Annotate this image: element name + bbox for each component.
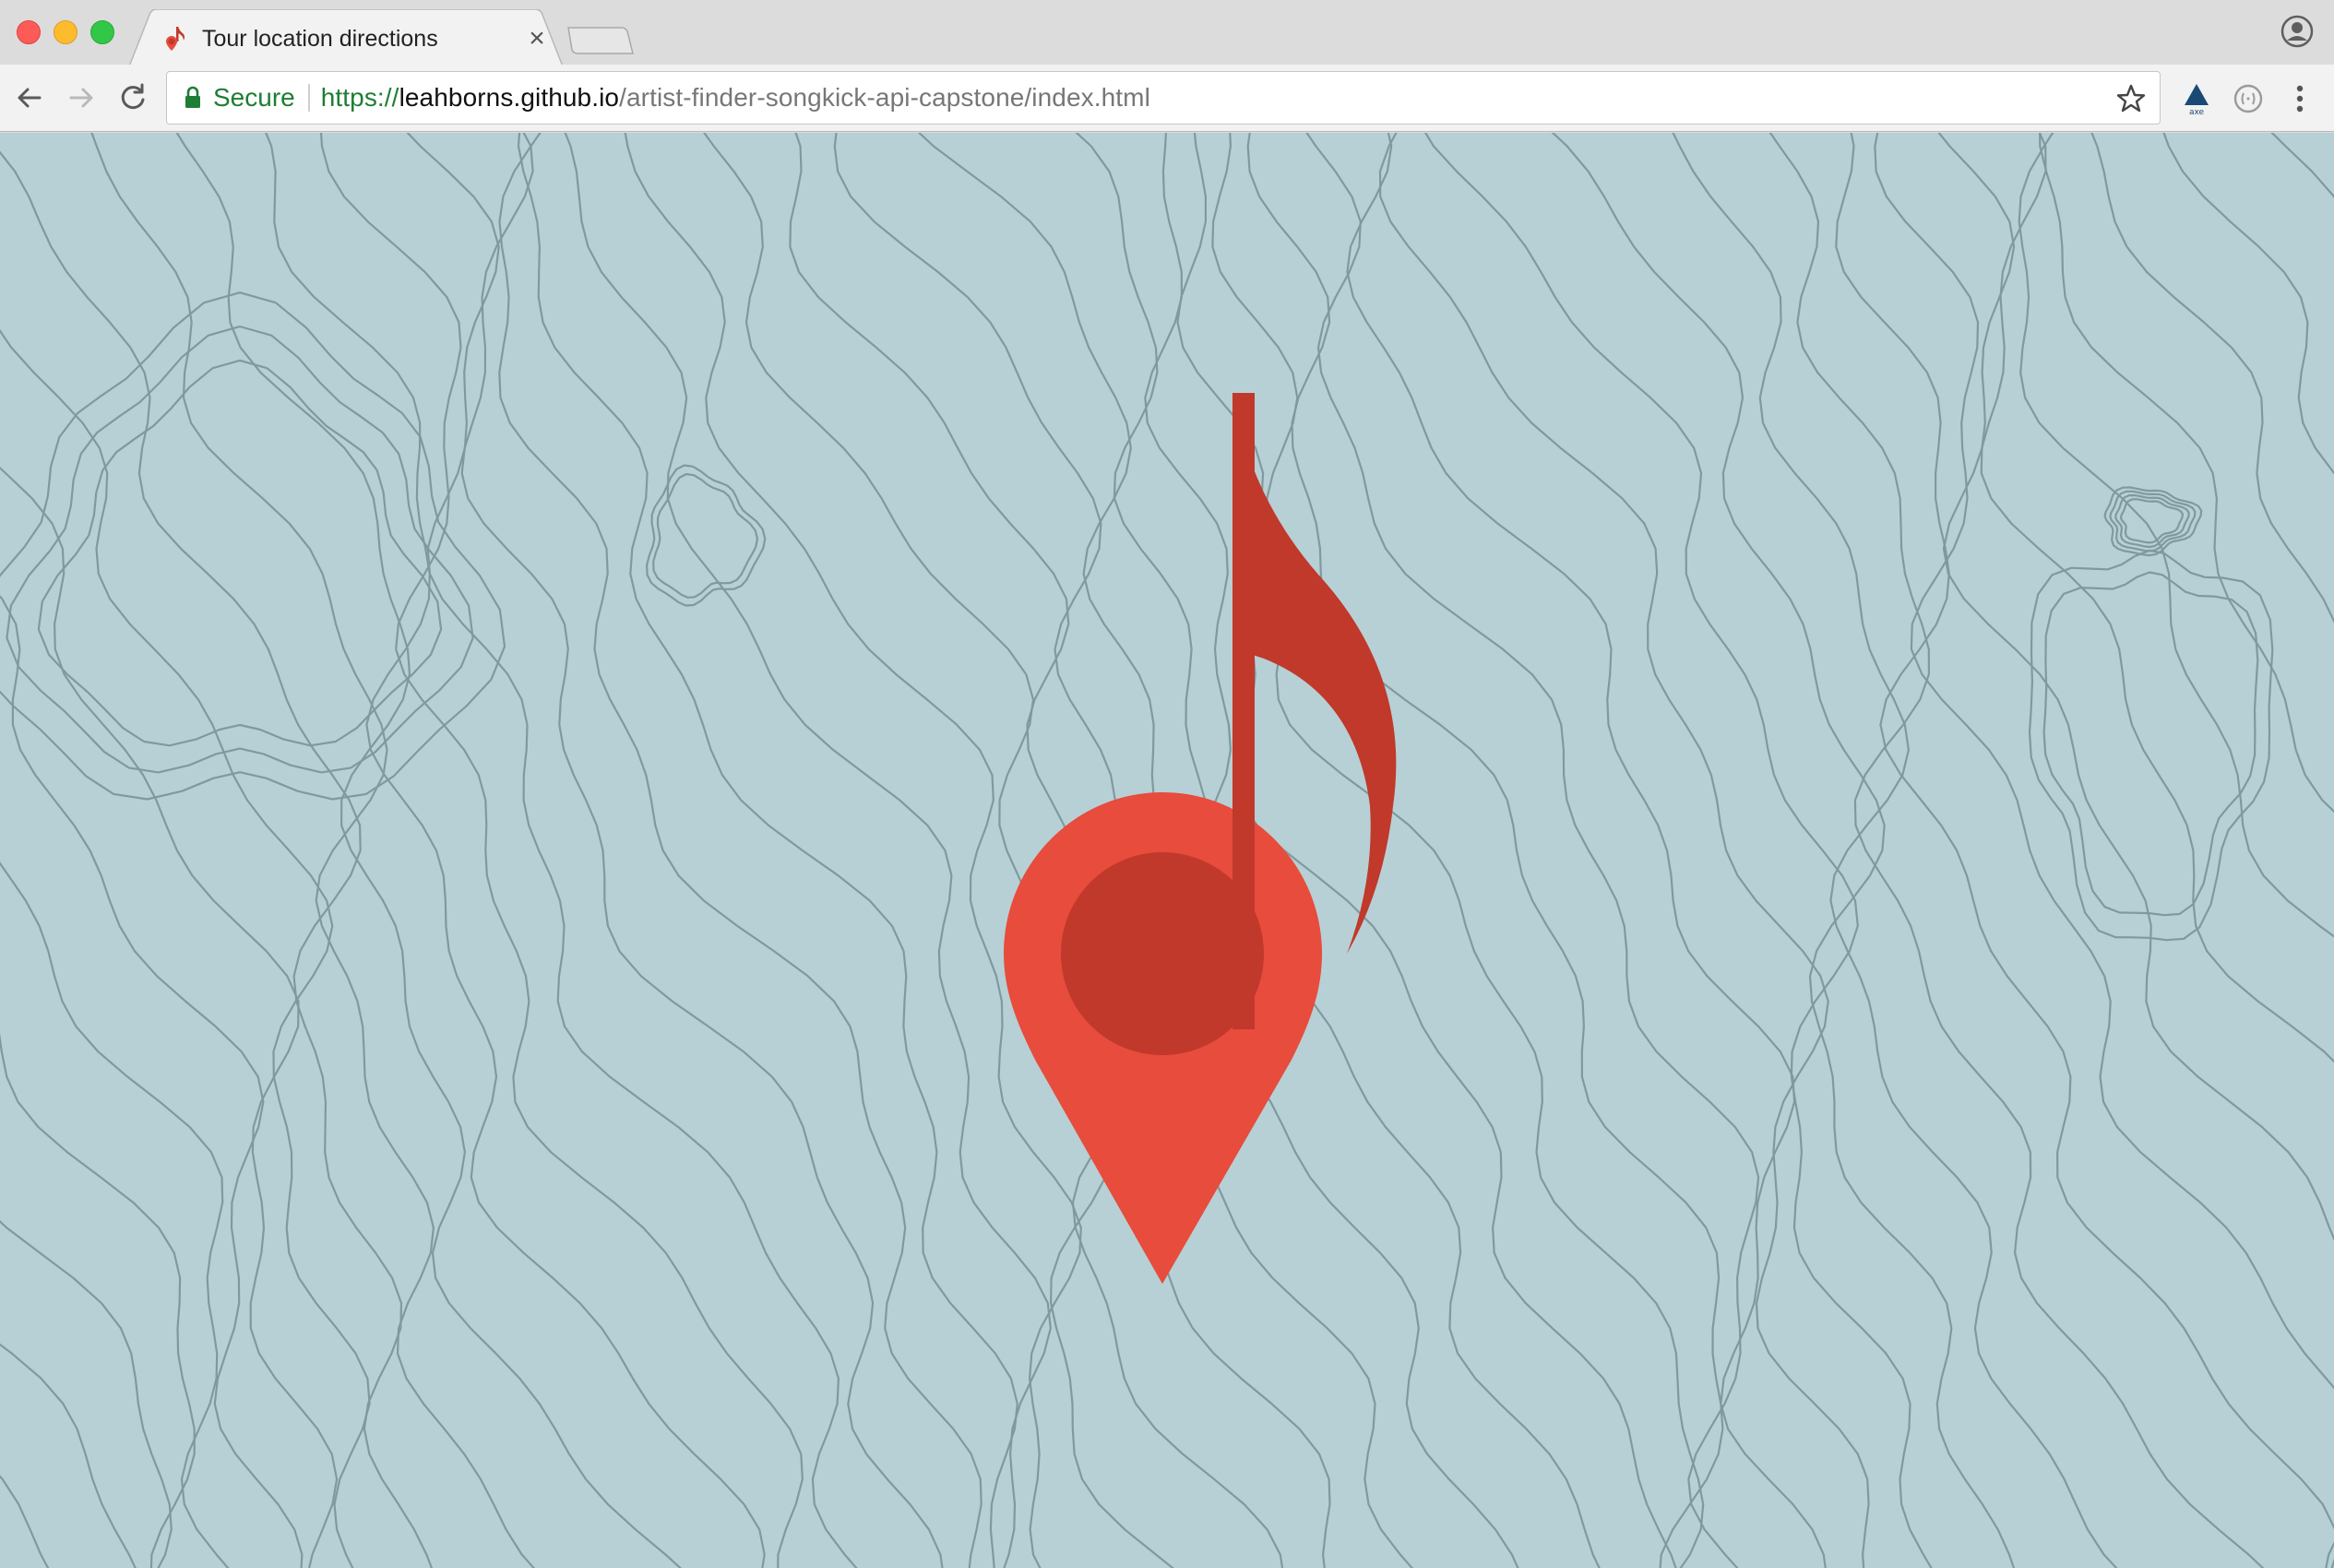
contour-line	[517, 133, 1018, 1568]
contour-line	[1835, 133, 2334, 1568]
omnibox-divider	[307, 84, 310, 112]
url-path: /artist-finder-songkick-api-capstone/ind…	[619, 83, 1150, 112]
secure-label: Secure	[213, 83, 295, 112]
contour-line	[2270, 133, 2334, 199]
contour-line	[0, 328, 371, 1568]
minimize-window-button[interactable]	[54, 20, 77, 44]
url-text[interactable]: https://leahborns.github.io/artist-finde…	[321, 83, 1150, 113]
contour-line	[1378, 133, 1870, 1568]
contour-line	[1346, 133, 1827, 1568]
contour-line	[652, 472, 759, 599]
browser-toolbar: Secure https://leahborns.github.io/artis…	[0, 65, 2334, 132]
tab-strip: Tour location directions ×	[0, 0, 2334, 66]
contour-line	[0, 1032, 196, 1568]
contour-line	[6, 325, 474, 774]
contour-line	[1937, 133, 2334, 1241]
music-note-pin-icon	[166, 27, 185, 51]
zoom-window-button[interactable]	[90, 20, 114, 44]
contour-line	[564, 133, 1052, 1568]
profile-icon[interactable]	[2280, 15, 2314, 48]
contour-line	[0, 595, 304, 1568]
contour-line	[406, 133, 858, 1568]
contour-line	[2018, 133, 2334, 938]
contour-line	[2042, 571, 2259, 917]
extension-circle-icon[interactable]	[2231, 81, 2266, 116]
page-viewport	[0, 133, 2334, 1568]
close-tab-button[interactable]: ×	[520, 25, 554, 53]
music-note-stem	[1232, 393, 1255, 1029]
address-bar[interactable]: Secure https://leahborns.github.io/artis…	[166, 71, 2161, 125]
contour-line	[1980, 133, 2334, 1063]
contour-line	[2028, 549, 2274, 942]
more-vert-icon[interactable]	[2286, 81, 2314, 116]
contour-line	[0, 150, 434, 1568]
contour-line	[460, 133, 944, 1568]
contour-line	[0, 1219, 173, 1568]
arrow-right-icon	[69, 88, 93, 108]
contour-line	[2162, 133, 2334, 475]
svg-text:axe: axe	[2189, 108, 2205, 116]
contour-line	[0, 861, 230, 1568]
url-host: leahborns.github.io	[399, 83, 620, 112]
bookmark-star-icon[interactable]	[2115, 83, 2147, 114]
back-button[interactable]	[9, 77, 50, 118]
contour-line	[0, 1343, 137, 1568]
url-scheme: https://	[320, 83, 399, 112]
lock-icon	[185, 86, 200, 108]
axe-extension-icon[interactable]: axe	[2179, 81, 2214, 116]
contour-line	[1874, 133, 2334, 1568]
new-tab-button[interactable]	[565, 24, 635, 57]
arrow-left-icon	[18, 88, 42, 108]
reload-icon	[121, 83, 145, 110]
close-window-button[interactable]	[17, 20, 41, 44]
contour-line	[1423, 133, 1933, 1568]
reload-button[interactable]	[113, 77, 153, 118]
tab-title: Tour location directions	[202, 25, 438, 52]
forward-button[interactable]	[61, 77, 101, 118]
active-tab[interactable]: Tour location directions ×	[161, 13, 554, 65]
contour-line	[2090, 133, 2334, 624]
map-pin-music-note-icon	[1004, 393, 1397, 1284]
contour-line	[498, 133, 982, 1568]
